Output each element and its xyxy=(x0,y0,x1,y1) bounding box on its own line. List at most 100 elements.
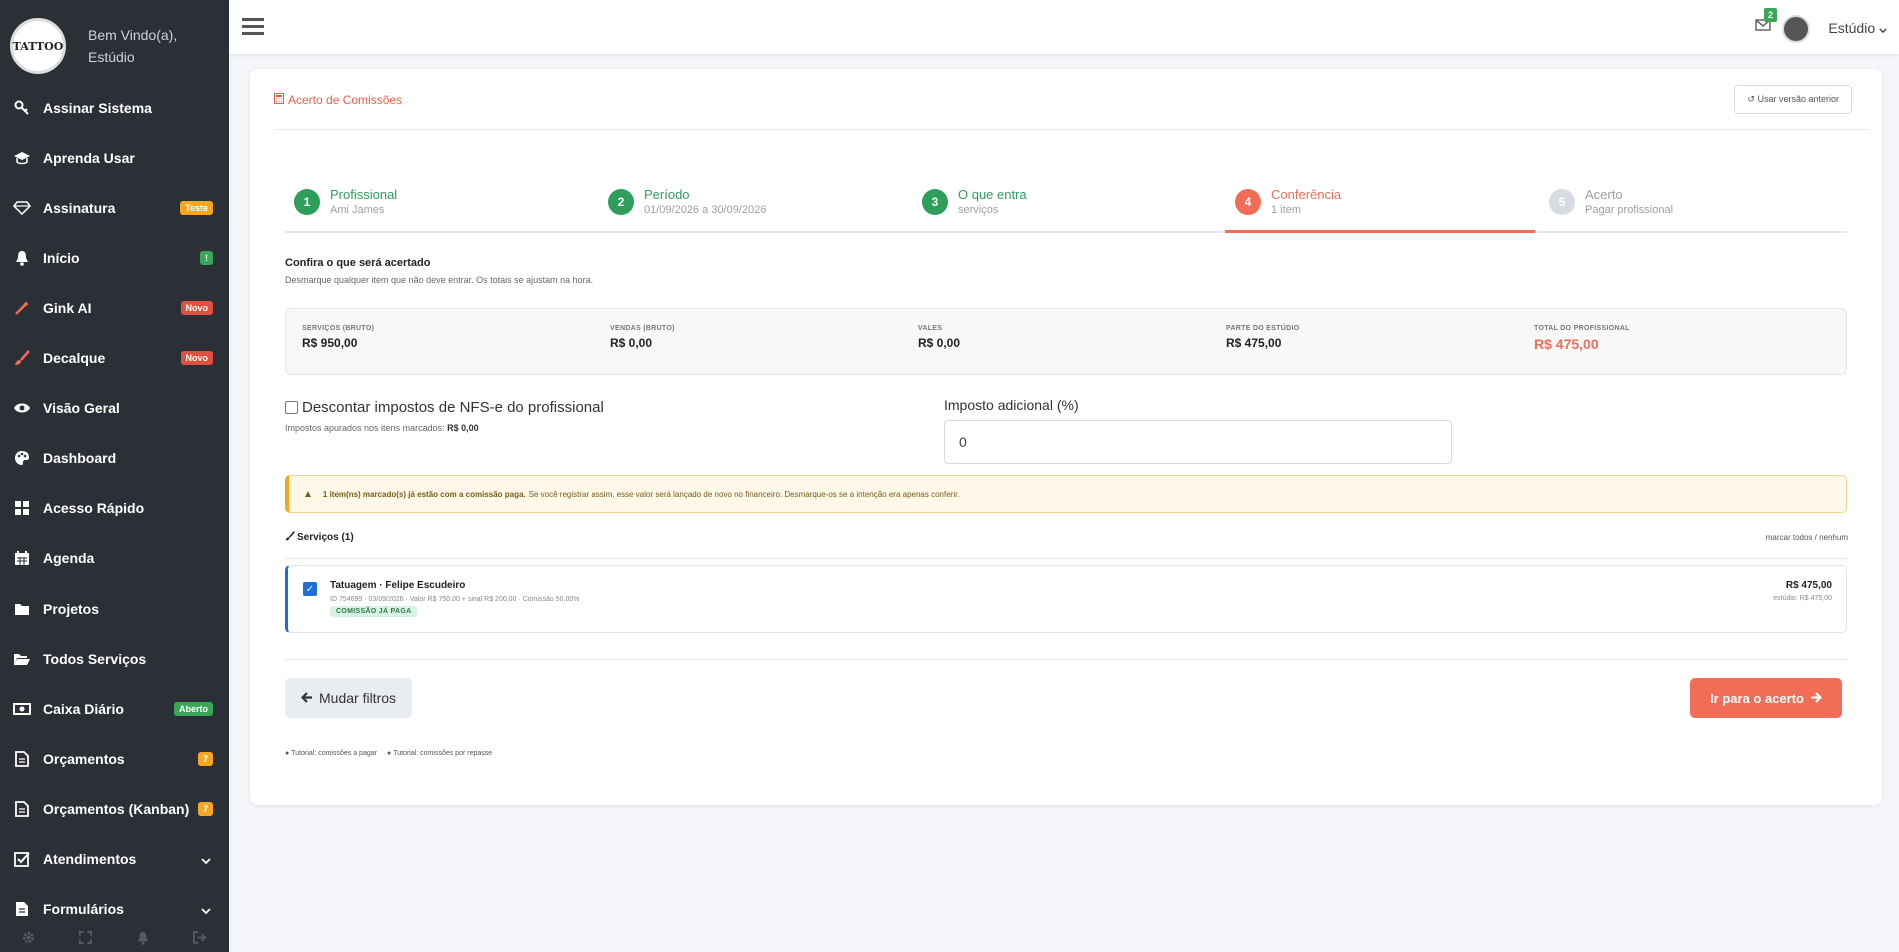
sidebar-item-orcamentos[interactable]: Orçamentos 7 xyxy=(0,739,229,779)
sidebar-item-formularios[interactable]: Formulários xyxy=(0,889,229,929)
grid-icon xyxy=(12,500,32,516)
sidebar-item-acesso-rapido[interactable]: Acesso Rápido xyxy=(0,488,229,528)
summary-value: R$ 0,00 xyxy=(918,336,961,350)
count-badge: 7 xyxy=(197,752,213,766)
summary-professional-total: TOTAL DO PROFISSIONAL R$ 475,00 xyxy=(1534,325,1630,352)
summary-sales: VENDAS (BRUTO) R$ 0,00 xyxy=(610,325,675,350)
sidebar-header: TATTOO Bem Vindo(a), Estúdio xyxy=(0,0,229,92)
divider xyxy=(274,129,1870,130)
brush-icon xyxy=(12,350,32,366)
summary-services: SERVIÇOS (BRUTO) R$ 950,00 xyxy=(302,325,374,350)
chevron-down-icon xyxy=(201,851,211,867)
checkbox-label: Descontar impostos de NFS-e do profissio… xyxy=(302,399,604,416)
service-checkbox[interactable]: ✓ xyxy=(303,582,317,596)
step-number: 2 xyxy=(608,189,634,215)
previous-version-label: Usar versão anterior xyxy=(1757,94,1839,104)
check-square-icon xyxy=(12,851,32,867)
hamburger-menu-icon[interactable] xyxy=(242,16,264,41)
summary-label: SERVIÇOS (BRUTO) xyxy=(302,325,375,332)
question-icon: ● xyxy=(386,750,392,757)
sidebar-item-visao-geral[interactable]: Visão Geral xyxy=(0,388,229,428)
go-to-settlement-label: Ir para o acerto xyxy=(1710,690,1804,706)
graduation-cap-icon xyxy=(12,151,32,165)
summary-vouchers: VALES R$ 0,00 xyxy=(918,325,960,350)
additional-tax-label: Imposto adicional (%) xyxy=(944,397,1079,413)
sidebar-item-label: Dashboard xyxy=(43,450,117,466)
step-what-enters[interactable]: 3 O que entra serviços xyxy=(922,187,1027,216)
sidebar-item-dashboard[interactable]: Dashboard xyxy=(0,438,229,478)
select-all-none-link[interactable]: marcar todos / nenhum xyxy=(1766,533,1848,542)
sidebar-item-inicio[interactable]: Início ! xyxy=(0,238,229,278)
sidebar-item-assinar-sistema[interactable]: Assinar Sistema xyxy=(0,88,229,128)
service-name: Tatuagem · Felipe Escudeiro xyxy=(330,580,466,591)
fullscreen-icon[interactable] xyxy=(79,931,93,949)
step-subtitle: Pagar profissional xyxy=(1585,204,1674,216)
alert-bold: 1 item(ns) marcado(s) já estão com a com… xyxy=(322,489,526,499)
chevron-down-icon xyxy=(1879,20,1887,36)
tax-note-text: Impostos apurados nos itens marcados: xyxy=(285,423,445,433)
sidebar-item-label: Decalque xyxy=(43,350,106,366)
step-professional[interactable]: 1 Profissional Ami James xyxy=(294,187,397,216)
sidebar-item-gink-ai[interactable]: Gink AI Novo xyxy=(0,288,229,328)
history-icon: ↺ xyxy=(1747,94,1755,104)
logout-icon[interactable] xyxy=(192,931,207,949)
mail-count-badge: 2 xyxy=(1763,8,1777,22)
question-icon: ● xyxy=(285,750,290,757)
summary-panel: SERVIÇOS (BRUTO) R$ 950,00 VENDAS (BRUTO)… xyxy=(285,308,1847,375)
commission-paid-badge: COMISSÃO JÁ PAGA xyxy=(330,606,418,617)
folder-open-icon xyxy=(12,652,32,666)
warning-icon: ▲ xyxy=(303,488,313,500)
tutorial-link[interactable]: ● Tutorial: comissões a pagar xyxy=(285,750,377,757)
summary-value: R$ 0,00 xyxy=(610,336,653,350)
sidebar-item-assinatura[interactable]: Assinatura Teste xyxy=(0,188,229,228)
open-badge: Aberto xyxy=(174,702,213,716)
bell-icon xyxy=(12,250,32,266)
step-period[interactable]: 2 Período 01/09/2026 a 30/09/2026 xyxy=(608,187,766,216)
step-title: Acerto xyxy=(1585,187,1623,202)
arrow-right-icon xyxy=(1810,691,1823,706)
sidebar-item-projetos[interactable]: Projetos xyxy=(0,589,229,629)
palette-icon xyxy=(12,450,32,466)
sidebar-item-todos-servicos[interactable]: Todos Serviços xyxy=(0,639,229,679)
sidebar-item-label: Caixa Diário xyxy=(43,701,124,717)
avatar[interactable] xyxy=(1782,15,1810,43)
studio-logo[interactable]: TATTOO xyxy=(10,18,66,74)
user-menu[interactable]: Estúdio xyxy=(1828,20,1887,36)
tax-note-value: R$ 0,00 xyxy=(447,423,479,433)
sidebar-item-atendimentos[interactable]: Atendimentos xyxy=(0,839,229,879)
commission-card: Acerto de Comissões ↺ Usar versão anteri… xyxy=(250,69,1882,805)
step-review[interactable]: 4 Conferência 1 item xyxy=(1235,187,1341,216)
service-item[interactable]: ✓ Tatuagem · Felipe Escudeiro ID 754699 … xyxy=(285,565,1847,633)
step-settlement[interactable]: 5 Acerto Pagar profissional xyxy=(1549,187,1673,216)
tutorial-link[interactable]: ● Tutorial: comissões por repasse xyxy=(387,750,492,757)
change-filters-button[interactable]: Mudar filtros xyxy=(285,678,413,718)
bell-icon[interactable] xyxy=(137,931,149,950)
sidebar-item-caixa-diario[interactable]: Caixa Diário Aberto xyxy=(0,689,229,729)
tutorial-label: Tutorial: comissões a pagar xyxy=(291,750,377,757)
previous-version-button[interactable]: ↺ Usar versão anterior xyxy=(1734,85,1852,114)
settings-icon[interactable] xyxy=(22,931,35,949)
additional-tax-input[interactable]: 0 xyxy=(944,420,1452,464)
discount-taxes-checkbox[interactable]: Descontar impostos de NFS-e do profissio… xyxy=(285,399,604,416)
sidebar-item-orcamentos-kanban[interactable]: Orçamentos (Kanban) 7 xyxy=(0,789,229,829)
divider xyxy=(285,558,1847,559)
summary-value: R$ 950,00 xyxy=(302,336,358,350)
sidebar-item-decalque[interactable]: Decalque Novo xyxy=(0,338,229,378)
go-to-settlement-button[interactable]: Ir para o acerto xyxy=(1690,678,1842,718)
step-number: 4 xyxy=(1235,189,1261,215)
sidebar-item-aprenda-usar[interactable]: Aprenda Usar xyxy=(0,138,229,178)
file-text-icon xyxy=(12,901,32,917)
summary-label: VENDAS (BRUTO) xyxy=(610,325,675,332)
sidebar-item-agenda[interactable]: Agenda xyxy=(0,538,229,578)
page-title-text: Acerto de Comissões xyxy=(288,93,403,107)
step-subtitle: Ami James xyxy=(330,204,385,216)
diamond-icon xyxy=(12,201,32,215)
paid-commission-alert: ▲ 1 item(ns) marcado(s) já estão com a c… xyxy=(285,475,1847,513)
sidebar-item-label: Início xyxy=(43,250,80,266)
sidebar-item-label: Orçamentos xyxy=(43,751,125,767)
topbar: 2 Estúdio xyxy=(229,0,1899,55)
checkbox[interactable] xyxy=(285,401,298,414)
sidebar-item-label: Orçamentos (Kanban) xyxy=(43,801,190,817)
sidebar-footer xyxy=(0,928,229,952)
magic-wand-icon xyxy=(12,300,32,316)
